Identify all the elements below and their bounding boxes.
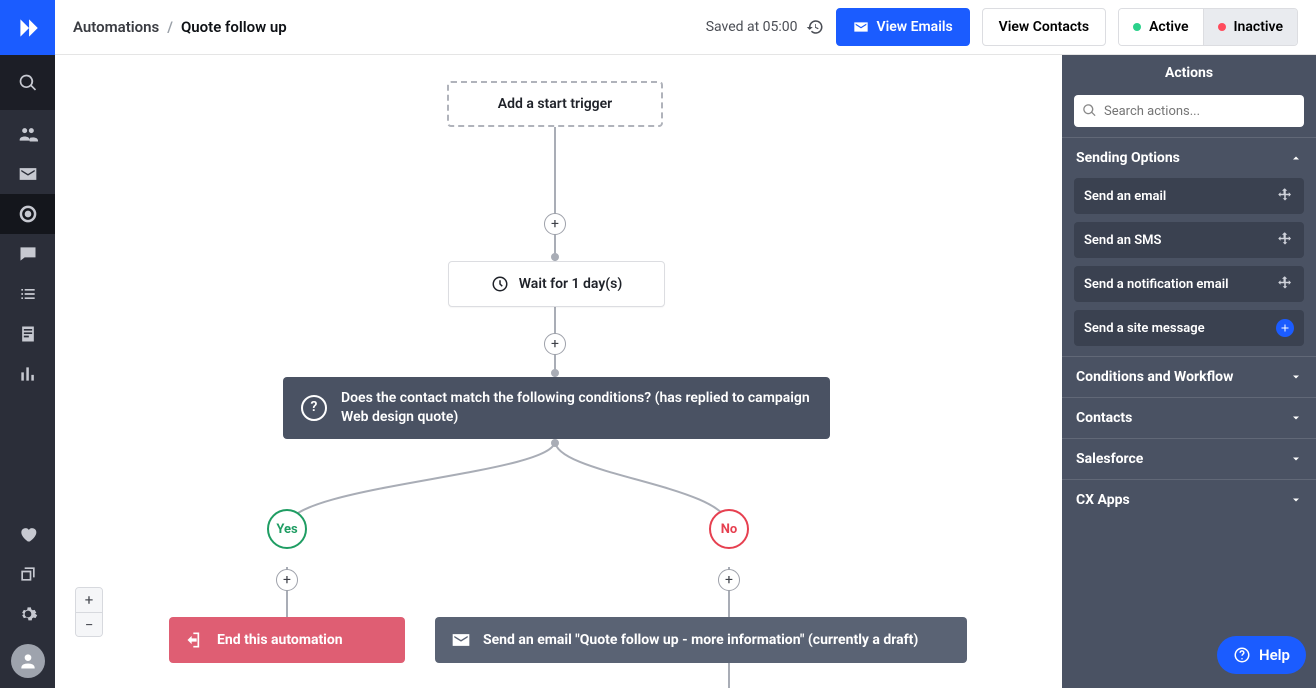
mail-icon bbox=[18, 164, 38, 184]
search-icon bbox=[18, 73, 38, 93]
section-conditions: Conditions and Workflow bbox=[1062, 356, 1316, 397]
nav-favorites[interactable] bbox=[0, 514, 55, 554]
actions-panel: Actions Sending Options Send an email bbox=[1062, 55, 1316, 688]
breadcrumb-root[interactable]: Automations bbox=[73, 18, 159, 36]
plus-circle-icon bbox=[1276, 319, 1294, 337]
question-icon: ? bbox=[301, 395, 327, 421]
send-email-node[interactable]: Send an email "Quote follow up - more in… bbox=[435, 617, 967, 663]
nav-search[interactable] bbox=[0, 55, 55, 110]
nav-conversations[interactable] bbox=[0, 234, 55, 274]
zoom-out-button[interactable]: − bbox=[76, 612, 102, 636]
add-step-button[interactable]: + bbox=[544, 333, 566, 355]
nav-contacts[interactable] bbox=[0, 114, 55, 154]
exit-icon bbox=[185, 630, 205, 650]
bar-chart-icon bbox=[18, 364, 38, 384]
section-sending-options: Sending Options Send an email Send an SM… bbox=[1062, 137, 1316, 356]
people-icon bbox=[18, 124, 38, 144]
add-step-button[interactable]: + bbox=[544, 213, 566, 235]
move-icon bbox=[1276, 275, 1294, 293]
automation-canvas[interactable]: Add a start trigger + Wait for 1 day(s) … bbox=[55, 55, 1062, 688]
chevron-up-icon bbox=[1290, 152, 1302, 164]
status-toggle: Active Inactive bbox=[1118, 8, 1298, 46]
user-icon bbox=[18, 651, 38, 671]
branch-no[interactable]: No bbox=[709, 509, 749, 549]
section-conditions-header[interactable]: Conditions and Workflow bbox=[1062, 357, 1316, 397]
heart-icon bbox=[18, 524, 38, 544]
section-cx-header[interactable]: CX Apps bbox=[1062, 480, 1316, 520]
wait-node[interactable]: Wait for 1 day(s) bbox=[448, 261, 665, 307]
section-sending-header[interactable]: Sending Options bbox=[1062, 138, 1316, 178]
section-contacts: Contacts bbox=[1062, 397, 1316, 438]
nav-copy[interactable] bbox=[0, 554, 55, 594]
chevron-down-icon bbox=[1290, 412, 1302, 424]
panel-title: Actions bbox=[1062, 55, 1316, 91]
chevron-down-icon bbox=[1290, 453, 1302, 465]
mail-icon bbox=[853, 19, 869, 35]
left-nav bbox=[0, 0, 55, 688]
search-icon bbox=[1082, 103, 1097, 118]
history-icon[interactable] bbox=[806, 18, 824, 36]
nav-settings[interactable] bbox=[0, 594, 55, 634]
mail-icon bbox=[451, 630, 471, 650]
add-step-button[interactable]: + bbox=[718, 569, 740, 591]
action-send-sms[interactable]: Send an SMS bbox=[1074, 222, 1304, 258]
breadcrumb: Automations / Quote follow up bbox=[73, 18, 287, 36]
zoom-controls: + − bbox=[75, 587, 103, 637]
start-trigger-node[interactable]: Add a start trigger bbox=[447, 81, 663, 127]
actions-search-input[interactable] bbox=[1074, 95, 1304, 127]
copy-icon bbox=[18, 564, 38, 584]
move-icon bbox=[1276, 187, 1294, 205]
breadcrumb-current: Quote follow up bbox=[181, 18, 287, 36]
target-icon bbox=[18, 204, 38, 224]
flow-connectors bbox=[55, 55, 1062, 688]
help-button[interactable]: Help bbox=[1217, 636, 1306, 674]
status-active-button[interactable]: Active bbox=[1119, 9, 1202, 45]
chevrons-right-icon bbox=[15, 15, 41, 41]
help-circle-icon bbox=[1233, 646, 1251, 664]
gear-icon bbox=[18, 604, 38, 624]
move-icon bbox=[1276, 231, 1294, 249]
end-automation-node[interactable]: End this automation bbox=[169, 617, 405, 663]
chevron-down-icon bbox=[1290, 494, 1302, 506]
brand-logo[interactable] bbox=[0, 0, 55, 55]
add-step-button[interactable]: + bbox=[276, 569, 298, 591]
action-send-email[interactable]: Send an email bbox=[1074, 178, 1304, 214]
section-salesforce-header[interactable]: Salesforce bbox=[1062, 439, 1316, 479]
user-avatar[interactable] bbox=[11, 644, 45, 678]
status-inactive-button[interactable]: Inactive bbox=[1204, 9, 1297, 45]
nav-reports[interactable] bbox=[0, 354, 55, 394]
saved-indicator: Saved at 05:00 bbox=[706, 18, 824, 36]
header-bar: Automations / Quote follow up Saved at 0… bbox=[55, 0, 1316, 55]
form-icon bbox=[18, 324, 38, 344]
section-salesforce: Salesforce bbox=[1062, 438, 1316, 479]
chat-icon bbox=[18, 244, 38, 264]
list-icon bbox=[18, 284, 38, 304]
section-cx-apps: CX Apps bbox=[1062, 479, 1316, 520]
nav-forms[interactable] bbox=[0, 314, 55, 354]
condition-node[interactable]: ? Does the contact match the following c… bbox=[283, 377, 830, 439]
nav-lists[interactable] bbox=[0, 274, 55, 314]
clock-icon bbox=[491, 275, 509, 293]
branch-yes[interactable]: Yes bbox=[267, 509, 307, 549]
chevron-down-icon bbox=[1290, 371, 1302, 383]
section-contacts-header[interactable]: Contacts bbox=[1062, 398, 1316, 438]
view-emails-button[interactable]: View Emails bbox=[836, 8, 970, 46]
action-send-site-message[interactable]: Send a site message bbox=[1074, 310, 1304, 346]
nav-automations[interactable] bbox=[0, 194, 55, 234]
action-send-notification[interactable]: Send a notification email bbox=[1074, 266, 1304, 302]
zoom-in-button[interactable]: + bbox=[76, 588, 102, 612]
nav-campaigns[interactable] bbox=[0, 154, 55, 194]
actions-search bbox=[1074, 95, 1304, 127]
view-contacts-button[interactable]: View Contacts bbox=[982, 8, 1106, 46]
